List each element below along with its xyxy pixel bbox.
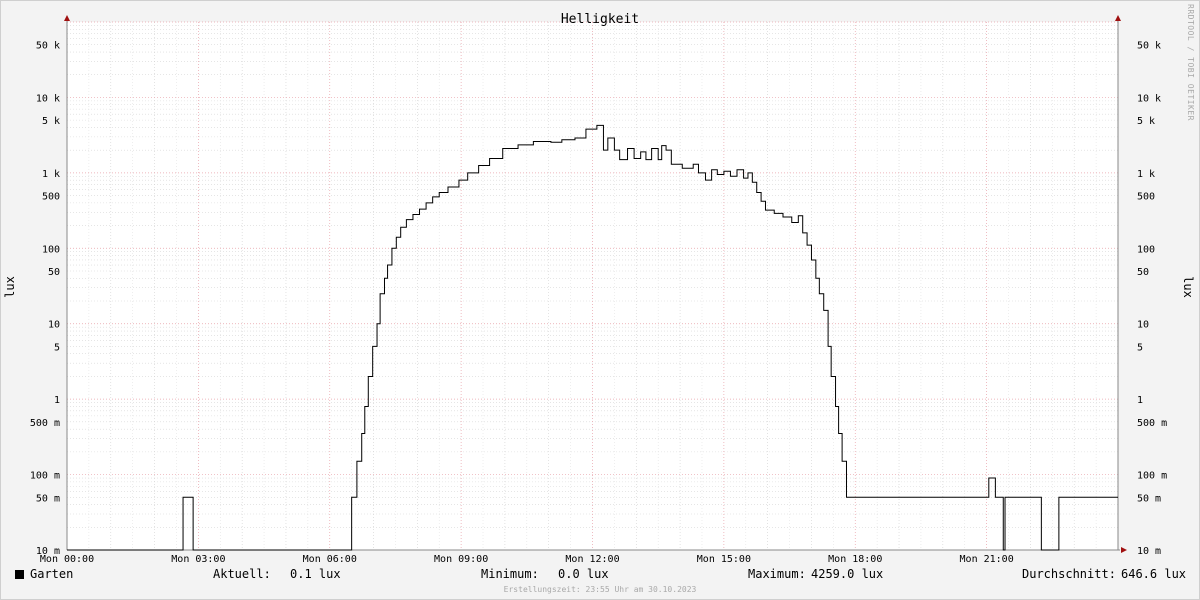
x-tick-label: Mon 15:00 [697,554,751,565]
x-tick-labels: Mon 00:00 Mon 03:00 Mon 06:00 Mon 09:00 Mon … [40,554,1014,565]
y-tick-label-right: 500 m [1137,418,1167,429]
legend-avg-value: 646.6 lux [1121,567,1187,581]
creation-time-footer: Erstellungszeit: 23:55 Uhr am 30.10.2023 [503,585,697,594]
y-tick-label-right: 1 [1137,395,1143,406]
y-tick-label-left: 1 [54,395,60,406]
y-tick-label-left: 10 [48,320,60,331]
y-tick-label-right: 500 [1137,192,1155,203]
y-tick-label-right: 100 m [1137,471,1167,482]
y-tick-label-right: 50 m [1137,493,1161,504]
y-tick-label-right: 100 [1137,244,1155,255]
legend-min-value: 0.0 lux [558,567,609,581]
y-tick-label-left: 5 [54,342,60,353]
y-tick-label-left: 50 k [36,41,60,52]
y-tick-label-right: 10 k [1137,93,1161,104]
legend-series-name: Garten [30,567,74,581]
x-tick-label: Mon 06:00 [303,554,357,565]
y-tick-label-left: 5 k [42,116,60,127]
y-tick-label-left: 500 m [30,418,60,429]
y-tick-label-right: 10 [1137,320,1149,331]
y-axis-label-left: lux [3,276,17,298]
y-axis-label-right: lux [1181,276,1195,298]
x-axis-arrow [1121,547,1127,553]
y-tick-label-right: 50 k [1137,41,1161,52]
y-tick-label-left: 100 [42,244,60,255]
y-axis-arrow-right [1115,15,1121,21]
y-axis-arrow-left [64,15,70,21]
y-tick-label-right: 5 k [1137,116,1155,127]
x-tick-label: Mon 12:00 [565,554,619,565]
legend-max-label: Maximum: [748,567,806,581]
x-tick-label: Mon 18:00 [828,554,882,565]
legend-avg-label: Durchschnitt: [1022,567,1116,581]
legend-min-label: Minimum: [481,567,539,581]
y-tick-label-right: 50 [1137,267,1149,278]
y-tick-label-left: 10 k [36,93,60,104]
x-tick-label: Mon 00:00 [40,554,94,565]
y-tick-label-left: 1 k [42,169,60,180]
x-tick-label: Mon 09:00 [434,554,488,565]
y-tick-label-left: 500 [42,192,60,203]
legend-swatch [15,570,24,579]
brightness-chart: Helligkeit lux lux 10 m 10 m50 m 50 m100 m… [3,12,1195,565]
legend-current-value: 0.1 lux [290,567,341,581]
y-tick-label-left: 100 m [30,471,60,482]
chart-title: Helligkeit [561,12,639,27]
legend-current-label: Aktuell: [213,567,271,581]
y-tick-label-right: 10 m [1137,546,1161,557]
y-tick-label-right: 5 [1137,342,1143,353]
rrdtool-watermark: RRDTOOL / TOBI OETIKER [1186,4,1195,121]
y-tick-label-right: 1 k [1137,169,1155,180]
x-tick-label: Mon 21:00 [960,554,1014,565]
y-tick-label-left: 50 m [36,493,60,504]
legend-max-value: 4259.0 lux [811,567,884,581]
y-tick-label-left: 50 [48,267,60,278]
x-tick-label: Mon 03:00 [171,554,225,565]
